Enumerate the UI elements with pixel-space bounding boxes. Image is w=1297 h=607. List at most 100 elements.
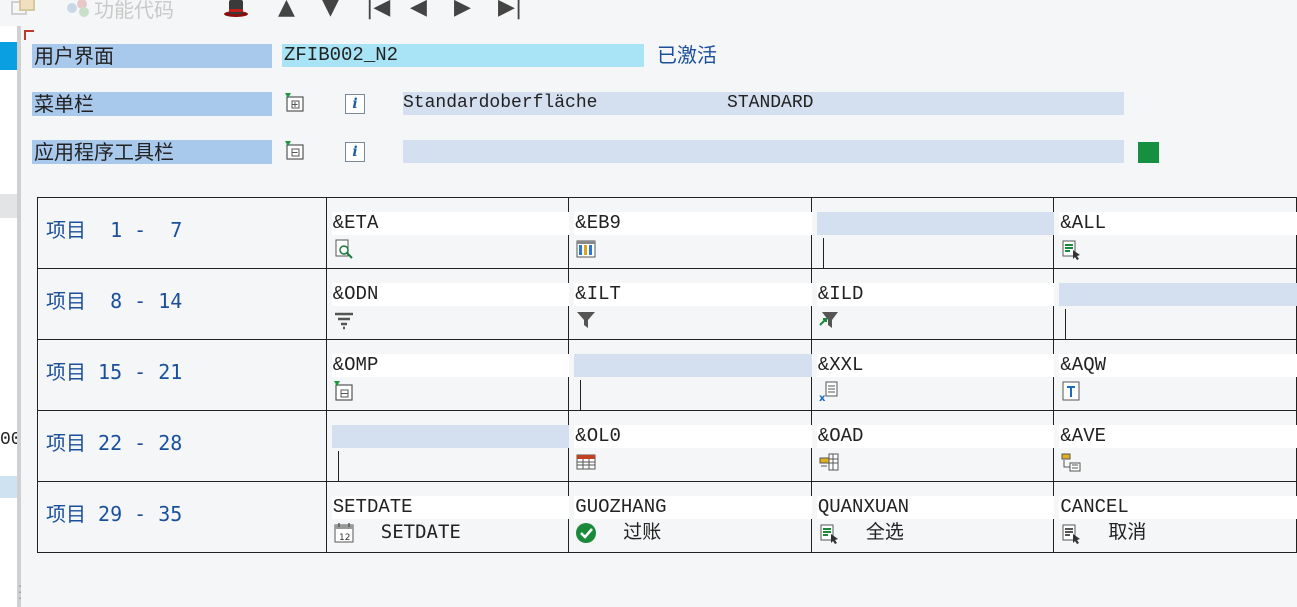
function-cell[interactable]: CANCEL 取消 — [1053, 481, 1297, 553]
function-cell[interactable]: &AQW — [1053, 339, 1297, 411]
left-navigation-panel: 00 — [0, 26, 17, 607]
function-cell[interactable]: SETDATE 12 SETDATE — [325, 481, 574, 553]
menu-bar-display-icon[interactable] — [284, 92, 306, 114]
function-code-field[interactable] — [331, 425, 574, 448]
function-cell[interactable]: &ETA — [325, 197, 574, 269]
item-range-label: 项目 1 - 7 — [46, 218, 183, 242]
function-cell[interactable]: &ALL — [1053, 197, 1297, 269]
function-cell[interactable] — [810, 197, 1059, 269]
layout-select-icon — [819, 453, 839, 471]
next-page-button[interactable]: ▶ — [454, 0, 471, 22]
function-cell[interactable]: GUOZHANG 过账 — [568, 481, 817, 553]
focus-corner-marker — [24, 30, 34, 40]
empty-slot-marker — [1065, 309, 1067, 339]
function-code-field[interactable]: GUOZHANG — [574, 496, 817, 519]
function-code-field[interactable] — [816, 212, 1059, 235]
function-code-field[interactable]: &XXL — [816, 354, 1059, 377]
function-code-button[interactable]: 功能代码 — [64, 0, 174, 22]
empty-slot-marker — [337, 451, 339, 481]
select-all-icon — [1062, 240, 1081, 260]
function-code-field[interactable]: &EB9 — [574, 212, 817, 235]
last-page-button[interactable]: ▶| — [498, 0, 522, 22]
table-layout-icon — [576, 240, 596, 258]
function-cell[interactable]: &OMP — [325, 339, 574, 411]
function-code-field[interactable]: &ILD — [816, 283, 1059, 306]
function-text: 全选 — [865, 521, 904, 543]
grid-row-header: 项目 15 - 21 — [37, 339, 327, 411]
grid-row-header: 项目 8 - 14 — [37, 268, 327, 340]
excel-export-icon: x — [819, 381, 838, 402]
grid-row-header: 项目 29 - 35 — [37, 481, 327, 553]
function-cell[interactable]: &EB9 — [568, 197, 817, 269]
layout-save-icon — [1061, 453, 1081, 472]
app-toolbar-label: 应用程序工具栏 — [32, 140, 272, 164]
function-cell[interactable]: QUANXUAN 全选 — [810, 481, 1059, 553]
grid-row-header: 项目 1 - 7 — [37, 197, 327, 269]
function-code-field[interactable]: &ILT — [574, 283, 817, 306]
function-code-field[interactable]: SETDATE — [331, 496, 574, 519]
item-range-label: 项目 29 - 35 — [46, 502, 183, 526]
function-code-field[interactable]: CANCEL — [1059, 496, 1297, 519]
hat-icon[interactable] — [222, 0, 250, 22]
function-code-field[interactable]: &ALL — [1059, 212, 1297, 235]
app-toolbar-field[interactable] — [403, 140, 1124, 163]
menu-bar-info-icon[interactable]: i — [345, 94, 365, 114]
nav-item[interactable] — [0, 194, 17, 218]
function-code-field[interactable]: &OMP — [331, 354, 574, 377]
app-toolbar-display-icon[interactable] — [284, 140, 306, 162]
nav-selected-item[interactable] — [0, 42, 17, 70]
filter-delete-icon — [819, 312, 838, 328]
function-code-field[interactable]: &AVE — [1059, 425, 1297, 448]
grid-row: 项目 15 - 21 &OMP &XXL x &AQW — [37, 339, 1297, 411]
function-cell[interactable]: &ILT — [568, 268, 817, 340]
empty-slot-marker — [580, 380, 582, 410]
function-code-field[interactable] — [1059, 283, 1297, 306]
application-toolbar: 功能代码 ▲ ▼ |◀ ◀ ▶ ▶| — [0, 0, 1297, 26]
deselect-all-icon — [1062, 524, 1081, 544]
function-text: SETDATE — [380, 521, 461, 543]
function-code-label: 功能代码 — [94, 0, 174, 22]
first-page-button[interactable]: |◀ — [366, 0, 390, 22]
splitter-grip-icon[interactable]: · · · — [17, 583, 23, 605]
function-cell[interactable] — [1053, 268, 1297, 340]
splitter[interactable] — [17, 26, 21, 607]
calendar-icon: 12 — [334, 523, 354, 543]
find-icon — [335, 239, 353, 259]
arrow-up-button[interactable]: ▲ — [278, 0, 295, 22]
function-cell[interactable]: &OL0 — [568, 410, 817, 482]
text-document-icon — [1062, 381, 1080, 401]
function-code-field[interactable]: &AQW — [1059, 354, 1297, 377]
grid-row: 项目 22 - 28 &OL0 &OAD &AVE — [37, 410, 1297, 482]
status-green-indicator — [1138, 142, 1159, 163]
function-cell[interactable]: &XXL x — [810, 339, 1059, 411]
user-interface-field[interactable]: ZFIB002_N2 — [282, 44, 644, 67]
grid-row: 项目 29 - 35 SETDATE 12 SETDATE GUOZHANG 过账 QUAN… — [37, 481, 1297, 553]
function-code-field[interactable]: QUANXUAN — [816, 496, 1059, 519]
grid-row: 项目 1 - 7 &ETA &EB9 &ALL — [37, 197, 1297, 269]
function-cell[interactable]: &AVE — [1053, 410, 1297, 482]
function-cell[interactable]: &ILD — [810, 268, 1059, 340]
function-code-field[interactable]: &ODN — [331, 283, 574, 306]
function-cell[interactable] — [325, 410, 574, 482]
function-code-field[interactable]: &OAD — [816, 425, 1059, 448]
grid-row: 项目 8 - 14 &ODN &ILT &ILD — [37, 268, 1297, 340]
prev-page-button[interactable]: ◀ — [410, 0, 427, 22]
window-icon[interactable] — [10, 0, 38, 22]
function-cell[interactable]: &OAD — [810, 410, 1059, 482]
function-code-field[interactable]: &OL0 — [574, 425, 817, 448]
menu-bar-label: 菜单栏 — [32, 92, 272, 116]
select-all-icon — [820, 524, 838, 544]
svg-text:x: x — [819, 393, 826, 402]
activation-status: 已激活 — [657, 43, 717, 67]
function-text: 过账 — [623, 521, 662, 543]
menu-bar-field[interactable]: Standardoberfläche STANDARD — [403, 92, 1124, 115]
nav-highlight-item[interactable] — [0, 476, 17, 498]
function-code-field[interactable] — [574, 354, 817, 377]
function-code-field[interactable]: &ETA — [331, 212, 574, 235]
arrow-down-button[interactable]: ▼ — [322, 0, 339, 22]
function-cell[interactable]: &ODN — [325, 268, 574, 340]
app-toolbar-info-icon[interactable]: i — [345, 142, 365, 162]
function-cell[interactable] — [568, 339, 817, 411]
filter-icon — [577, 312, 596, 328]
function-grid: 项目 1 - 7 &ETA &EB9 &ALL 项目 8 - 14 &ODN &ILT &IL… — [37, 197, 1297, 553]
